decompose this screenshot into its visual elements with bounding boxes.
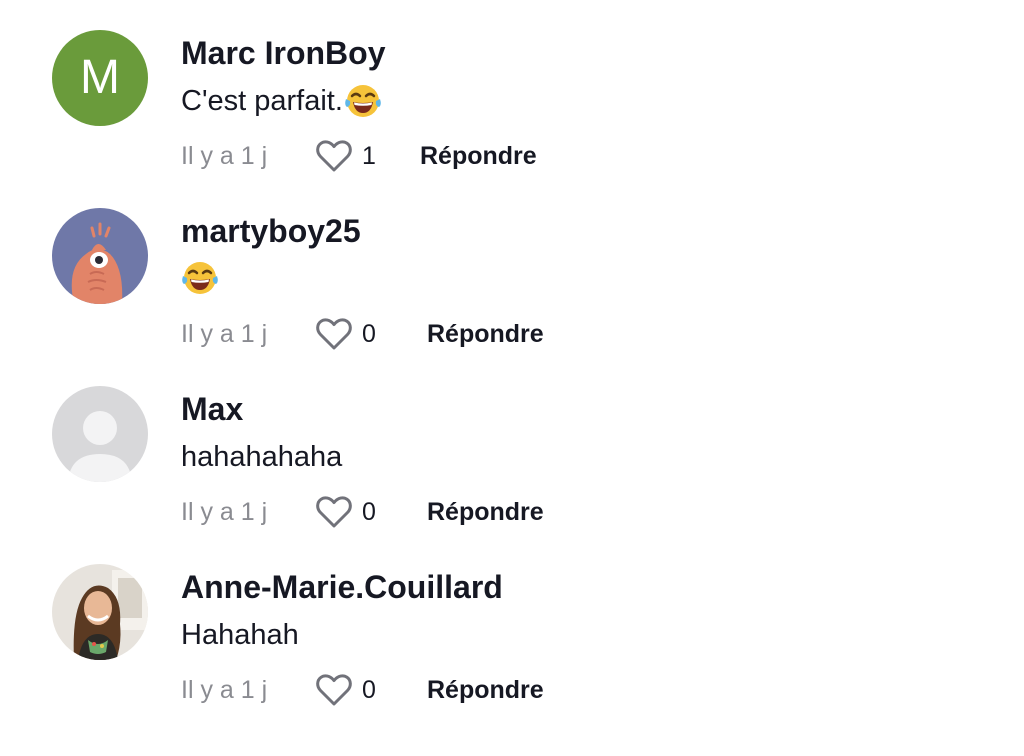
comment-meta: Il y a 1 j 1 Répondre — [181, 136, 781, 176]
avatar[interactable] — [52, 208, 148, 304]
like-button[interactable]: 0 — [315, 494, 376, 530]
heart-outline-icon[interactable] — [315, 495, 353, 529]
comment-item: martyboy25 Il y a 1 j 0 Répondre — [0, 178, 1024, 356]
heart-outline-icon[interactable] — [315, 317, 353, 351]
comment-item: Max hahahahaha Il y a 1 j 0 Répondre — [0, 356, 1024, 534]
comment-item: M Marc IronBoy C'est parfait. Il y a 1 j — [0, 0, 1024, 178]
heart-outline-icon[interactable] — [315, 673, 353, 707]
comment-text-row — [181, 259, 219, 297]
avatar[interactable] — [52, 386, 148, 482]
comment-timestamp: Il y a 1 j — [181, 320, 268, 348]
comment-text: Hahahah — [181, 619, 299, 651]
comment-meta: Il y a 1 j 0 Répondre — [181, 314, 781, 354]
reply-button[interactable]: Répondre — [427, 318, 544, 350]
comment-item: Anne-Marie.Couillard Hahahah Il y a 1 j … — [0, 534, 1024, 712]
avatar[interactable]: M — [52, 30, 148, 126]
comment-text: C'est parfait. — [181, 85, 343, 117]
like-count: 0 — [362, 320, 376, 348]
comment-username[interactable]: martyboy25 — [181, 211, 361, 251]
comment-timestamp: Il y a 1 j — [181, 498, 268, 526]
comment-text-row: C'est parfait. — [181, 81, 382, 121]
comment-text-row: Hahahah — [181, 615, 299, 655]
like-button[interactable]: 0 — [315, 316, 376, 352]
like-button[interactable]: 1 — [315, 138, 376, 174]
tears-of-joy-emoji-icon — [181, 259, 219, 297]
comment-timestamp: Il y a 1 j — [181, 676, 268, 704]
comment-username[interactable]: Marc IronBoy — [181, 33, 385, 73]
comment-timestamp: Il y a 1 j — [181, 142, 268, 170]
reply-button[interactable]: Répondre — [420, 140, 537, 172]
tears-of-joy-emoji-icon — [344, 82, 382, 120]
like-count: 0 — [362, 676, 376, 704]
reply-button[interactable]: Répondre — [427, 496, 544, 528]
avatar[interactable] — [52, 564, 148, 660]
comment-username[interactable]: Anne-Marie.Couillard — [181, 567, 503, 607]
comment-text: hahahahaha — [181, 441, 343, 473]
comment-meta: Il y a 1 j 0 Répondre — [181, 492, 781, 532]
like-button[interactable]: 0 — [315, 672, 376, 708]
comment-text-row: hahahahaha — [181, 437, 342, 477]
heart-outline-icon[interactable] — [315, 139, 353, 173]
like-count: 1 — [362, 142, 376, 170]
like-count: 0 — [362, 498, 376, 526]
reply-button[interactable]: Répondre — [427, 674, 544, 706]
comment-meta: Il y a 1 j 0 Répondre — [181, 670, 781, 710]
comment-username[interactable]: Max — [181, 389, 243, 429]
